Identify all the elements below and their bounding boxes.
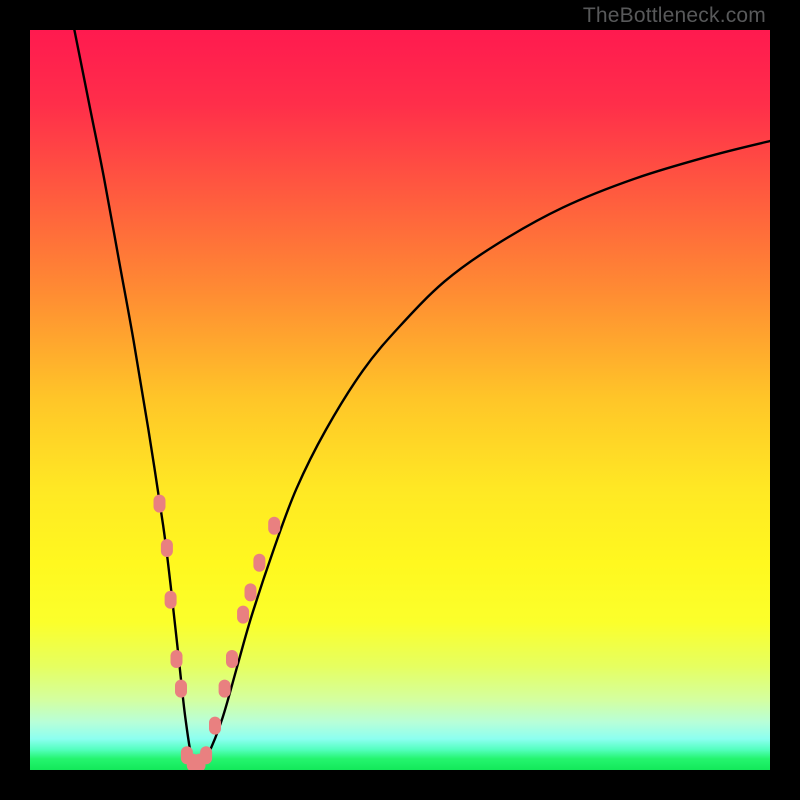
- curve-marker: [219, 680, 231, 698]
- curve-marker: [245, 583, 257, 601]
- curve-marker: [209, 717, 221, 735]
- curve-marker: [161, 539, 173, 557]
- curve-marker: [200, 746, 212, 764]
- curve-marker: [226, 650, 238, 668]
- curve-layer: [30, 30, 770, 770]
- curve-marker: [171, 650, 183, 668]
- plot-area: [30, 30, 770, 770]
- watermark-text: TheBottleneck.com: [583, 4, 766, 28]
- curve-marker: [237, 606, 249, 624]
- curve-marker: [165, 591, 177, 609]
- marker-group: [154, 495, 281, 770]
- outer-frame: TheBottleneck.com: [0, 0, 800, 800]
- curve-marker: [154, 495, 166, 513]
- curve-marker: [268, 517, 280, 535]
- curve-marker: [253, 554, 265, 572]
- curve-marker: [175, 680, 187, 698]
